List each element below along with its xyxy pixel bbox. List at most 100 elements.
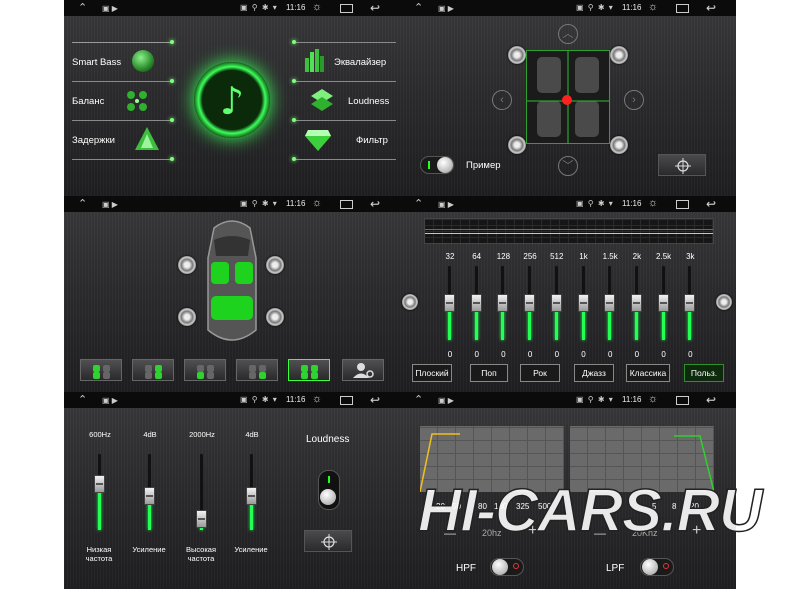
filter-label[interactable]: Фильтр bbox=[356, 135, 388, 146]
seat-mode-rear-left[interactable] bbox=[184, 359, 226, 381]
speaker-rear-left-icon[interactable] bbox=[178, 308, 196, 326]
indicator-dot bbox=[292, 157, 296, 161]
seat-mode-all[interactable] bbox=[288, 359, 330, 381]
smart-bass-icon[interactable] bbox=[132, 50, 154, 72]
eq-preset-button[interactable]: Плоский bbox=[412, 364, 452, 382]
speaker-front-right-icon[interactable] bbox=[266, 256, 284, 274]
loudness-param-value: 2000Hz bbox=[189, 430, 215, 439]
eq-preset-button[interactable]: Джазз bbox=[574, 364, 614, 382]
speaker-front-left-icon[interactable] bbox=[178, 256, 196, 274]
loudness-param-label: Низкая частота bbox=[85, 545, 113, 563]
notification-icon: ▣ ▶ bbox=[102, 4, 118, 13]
back-icon[interactable]: ↩ bbox=[706, 197, 716, 211]
brightness-icon[interactable]: ☼ bbox=[312, 197, 322, 209]
status-bar: ⌃ ▣ ▶ ▣ ⚲ ✱ ▾ 11:16 ☼ ↩ bbox=[64, 0, 400, 16]
eq-band-label: 2.5k bbox=[656, 252, 672, 261]
nav-up-icon[interactable]: ⌃ bbox=[414, 394, 423, 406]
eq-slider-knob[interactable] bbox=[684, 294, 696, 312]
eq-scroll-right-button[interactable] bbox=[716, 294, 732, 310]
eq-slider-knob[interactable] bbox=[470, 294, 482, 312]
seat-mode-passenger[interactable] bbox=[132, 359, 174, 381]
eq-slider-knob[interactable] bbox=[550, 294, 562, 312]
back-icon[interactable]: ↩ bbox=[370, 197, 380, 211]
seat-mode-driver[interactable] bbox=[80, 359, 122, 381]
hpf-toggle[interactable] bbox=[490, 558, 524, 576]
loudness-slider-knob[interactable] bbox=[246, 486, 257, 505]
lpf-toggle[interactable] bbox=[640, 558, 674, 576]
back-icon[interactable]: ↩ bbox=[370, 1, 380, 15]
brightness-icon[interactable]: ☼ bbox=[312, 393, 322, 405]
loudness-label[interactable]: Loudness bbox=[348, 96, 389, 107]
equalizer-label[interactable]: Эквалайзер bbox=[334, 57, 386, 68]
eq-band-value: 0 bbox=[474, 350, 479, 359]
nav-up-icon[interactable]: ⌃ bbox=[78, 394, 87, 406]
eq-band-value: 0 bbox=[581, 350, 586, 359]
loudness-icon[interactable] bbox=[310, 88, 334, 114]
music-note-icon[interactable]: ♪ bbox=[194, 62, 270, 138]
eq-scroll-left-button[interactable] bbox=[402, 294, 418, 310]
seat-mode-custom[interactable] bbox=[342, 359, 384, 381]
audio-menu-panel: ⌃ ▣ ▶ ▣ ⚲ ✱ ▾ 11:16 ☼ ↩ Smart Bass Балан… bbox=[64, 0, 400, 196]
recent-apps-icon[interactable] bbox=[340, 200, 353, 209]
smart-bass-label[interactable]: Smart Bass bbox=[72, 57, 121, 68]
eq-slider-knob[interactable] bbox=[657, 294, 669, 312]
seat-mode-rear-right[interactable] bbox=[236, 359, 278, 381]
eq-band-value: 0 bbox=[607, 350, 613, 359]
brightness-icon[interactable]: ☼ bbox=[648, 1, 658, 13]
loudness-slider-knob[interactable] bbox=[144, 486, 155, 505]
loudness-toggle[interactable] bbox=[318, 470, 340, 510]
eq-slider-knob[interactable] bbox=[604, 294, 616, 312]
recent-apps-icon[interactable] bbox=[340, 4, 353, 13]
fader-up-button[interactable]: ︿ bbox=[558, 24, 578, 44]
loudness-reset-button[interactable] bbox=[304, 530, 352, 552]
car-outline bbox=[202, 218, 262, 348]
eq-band-value: 0 bbox=[634, 350, 640, 359]
eq-preset-button[interactable]: Поп bbox=[470, 364, 508, 382]
toggle-knob bbox=[492, 559, 508, 575]
eq-slider-knob[interactable] bbox=[444, 294, 455, 312]
balance-label[interactable]: Баланс bbox=[72, 96, 104, 107]
recent-apps-icon[interactable] bbox=[340, 396, 353, 405]
delay-label[interactable]: Задержки bbox=[72, 135, 115, 146]
eq-band-value: 0 bbox=[501, 350, 506, 359]
toggle-off-indicator bbox=[663, 563, 669, 569]
equalizer-icon[interactable] bbox=[304, 48, 326, 72]
loudness-slider-knob[interactable] bbox=[94, 475, 105, 494]
eq-slider-knob[interactable] bbox=[630, 294, 642, 312]
recent-apps-icon[interactable] bbox=[676, 200, 689, 209]
notification-icon: ▣ ▶ bbox=[102, 200, 118, 209]
status-time: 11:16 bbox=[622, 199, 642, 208]
brightness-icon[interactable]: ☼ bbox=[648, 197, 658, 209]
eq-slider-knob[interactable] bbox=[497, 294, 509, 312]
recent-apps-icon[interactable] bbox=[676, 4, 689, 13]
recent-apps-icon[interactable] bbox=[676, 396, 689, 405]
nav-up-icon[interactable]: ⌃ bbox=[414, 198, 423, 210]
nav-up-icon[interactable]: ⌃ bbox=[414, 2, 423, 14]
eq-preset-button[interactable]: Рок bbox=[520, 364, 560, 382]
fader-down-button[interactable]: ﹀ bbox=[558, 156, 578, 176]
filter-icon[interactable] bbox=[304, 128, 332, 152]
status-icons: ▣ ⚲ ✱ ▾ bbox=[576, 199, 614, 208]
speaker-rear-right-icon[interactable] bbox=[266, 308, 284, 326]
back-icon[interactable]: ↩ bbox=[706, 393, 716, 407]
divider-line bbox=[72, 42, 172, 43]
eq-preset-button[interactable]: Польз. bbox=[684, 364, 724, 382]
back-icon[interactable]: ↩ bbox=[706, 1, 716, 15]
brightness-icon[interactable]: ☼ bbox=[648, 393, 658, 405]
eq-slider-knob[interactable] bbox=[524, 294, 536, 312]
eq-slider-knob[interactable] bbox=[577, 294, 589, 312]
balance-icon[interactable] bbox=[124, 88, 150, 114]
back-icon[interactable]: ↩ bbox=[370, 393, 380, 407]
balance-right-button[interactable]: › bbox=[624, 90, 644, 110]
reset-center-button[interactable] bbox=[658, 154, 706, 176]
brightness-icon[interactable]: ☼ bbox=[312, 1, 322, 13]
loudness-slider-knob[interactable] bbox=[196, 509, 207, 528]
balance-point-marker[interactable] bbox=[562, 95, 572, 105]
delay-icon[interactable] bbox=[134, 126, 160, 152]
nav-up-icon[interactable]: ⌃ bbox=[78, 2, 87, 14]
nav-up-icon[interactable]: ⌃ bbox=[78, 198, 87, 210]
balance-left-button[interactable]: ‹ bbox=[492, 90, 512, 110]
eq-preset-button[interactable]: Классика bbox=[626, 364, 670, 382]
example-toggle[interactable] bbox=[420, 156, 454, 174]
indicator-dot bbox=[170, 79, 174, 83]
